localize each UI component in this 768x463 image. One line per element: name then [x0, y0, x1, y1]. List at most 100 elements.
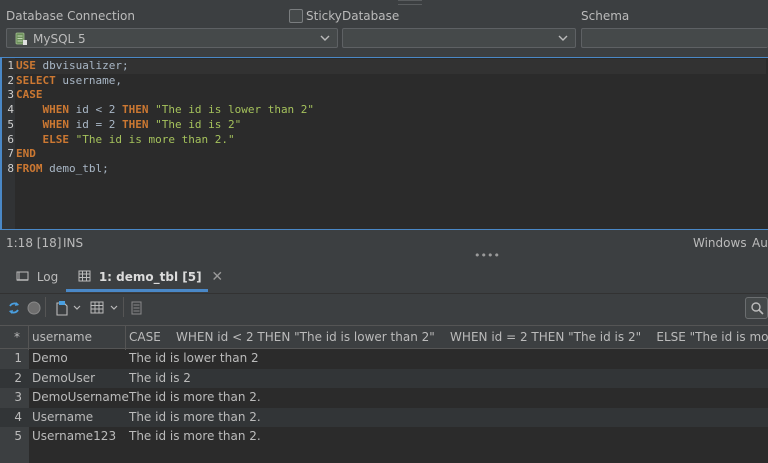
sql-token: id < 2 [69, 103, 122, 117]
table-row[interactable]: 2 DemoUser The id is 2 [0, 368, 768, 389]
database-connection-label: Database Connection [6, 9, 135, 23]
tab-result-demo-tbl[interactable]: 1: demo_tbl [5] ✕ [78, 262, 223, 292]
code-text: SELECT username, [16, 74, 122, 89]
cell-case-result[interactable]: The id is more than 2. [129, 388, 261, 408]
sql-keyword: SELECT [16, 73, 56, 87]
database-select[interactable] [342, 28, 576, 48]
line-number: 8 [7, 161, 14, 175]
code-line[interactable]: 2 SELECT username, [2, 74, 766, 89]
line-number: 2 [7, 73, 14, 87]
connection-select[interactable]: MySQL 5 [6, 28, 338, 48]
code-line[interactable]: 6 ELSE "The id is more than 2." [2, 133, 766, 148]
line-ending[interactable]: Windows [693, 236, 747, 250]
grid-view-icon[interactable] [90, 301, 104, 314]
search-icon [751, 302, 764, 315]
table-icon [78, 270, 91, 282]
refresh-icon[interactable] [7, 301, 21, 315]
sql-keyword: THEN [121, 117, 149, 131]
database-label: Database [342, 9, 400, 23]
table-row[interactable]: 5 Username123 The id is more than 2. [0, 427, 768, 447]
table-row[interactable]: 3 DemoUsername The id is more than 2. [0, 388, 768, 408]
chevron-down-icon [558, 35, 568, 41]
sql-token: username, [55, 73, 122, 87]
table-row[interactable]: 4 Username The id is more than 2. [0, 407, 768, 428]
code-text: END [16, 147, 36, 162]
cell-username[interactable]: DemoUsername [32, 388, 129, 408]
result-grid: * username CASE WHEN id < 2 THEN "The id… [0, 325, 768, 463]
code-line[interactable]: 3 CASE [2, 88, 766, 103]
code-text: WHEN id < 2 THEN "The id is lower than 2… [16, 103, 315, 118]
sql-keyword: ELSE [42, 132, 70, 146]
sql-keyword: WHEN [42, 117, 70, 131]
sql-token: id = 2 [69, 117, 122, 131]
result-tab-bar: Log 1: demo_tbl [5] ✕ [0, 262, 768, 294]
chevron-down-icon[interactable] [73, 305, 81, 311]
code-line[interactable]: 4 WHEN id < 2 THEN "The id is lower than… [2, 103, 766, 118]
encoding-status[interactable]: Au [752, 236, 768, 250]
calculator-icon[interactable] [131, 301, 142, 315]
chevron-down-icon [320, 35, 330, 41]
sql-token: demo_tbl; [42, 161, 109, 175]
sql-keyword: WHEN [42, 103, 70, 117]
table-row[interactable]: 1 Demo The id is lower than 2 [0, 349, 768, 369]
cell-username[interactable]: Demo [32, 349, 68, 369]
header-case-expression[interactable]: CASE WHEN id < 2 THEN "The id is lower t… [129, 326, 768, 350]
schema-label: Schema [581, 9, 630, 23]
toolbar-separator [45, 297, 46, 317]
cell-case-result[interactable]: The id is lower than 2 [129, 349, 259, 369]
connection-value: MySQL 5 [33, 32, 86, 46]
cell-case-result[interactable]: The id is 2 [129, 369, 191, 389]
row-number: 4 [14, 409, 22, 424]
close-icon[interactable]: ✕ [211, 269, 223, 285]
code-line[interactable]: 8 FROM demo_tbl; [2, 162, 766, 177]
line-number: 1 [7, 59, 14, 72]
sql-string: "The id is 2" [155, 117, 242, 131]
cell-case-result[interactable]: The id is more than 2. [129, 408, 261, 428]
tab-log[interactable]: Log [16, 262, 58, 292]
sticky-checkbox[interactable] [289, 9, 303, 23]
code-text: USE dbvisualizer; [16, 59, 129, 74]
header-corner[interactable]: * [14, 326, 20, 350]
code-text: CASE [16, 88, 43, 103]
search-button[interactable] [745, 297, 768, 319]
sql-keyword: USE [16, 59, 36, 72]
splitter-grip[interactable]: •••• [474, 249, 500, 262]
row-number: 1 [14, 351, 22, 365]
result-toolbar [0, 294, 768, 324]
code-line[interactable]: 1 USE dbvisualizer; [2, 59, 766, 74]
export-icon[interactable] [55, 301, 69, 316]
header-username[interactable]: username [32, 326, 124, 350]
toolbar-separator [123, 297, 124, 317]
chevron-down-icon[interactable] [110, 305, 118, 311]
sql-keyword: END [16, 147, 36, 161]
panel-resize-handle[interactable] [398, 0, 422, 5]
line-number: 7 [7, 147, 14, 161]
active-tab-indicator [66, 289, 208, 292]
cell-username[interactable]: Username [32, 408, 93, 428]
code-line[interactable]: 7 END [2, 147, 766, 162]
database-connection-icon [15, 32, 28, 49]
code-text: ELSE "The id is more than 2." [16, 133, 235, 148]
cell-case-result[interactable]: The id is more than 2. [129, 427, 261, 447]
sticky-label: Sticky [306, 9, 342, 23]
row-number: 3 [14, 390, 22, 404]
cell-username[interactable]: DemoUser [32, 369, 95, 389]
sql-keyword: THEN [121, 103, 149, 117]
stop-icon[interactable] [27, 301, 41, 315]
log-icon [16, 271, 29, 281]
cell-username[interactable]: Username123 [32, 427, 116, 447]
schema-select[interactable] [581, 28, 768, 48]
sql-editor[interactable]: 1 USE dbvisualizer; 2 SELECT username, 3 CASE… [0, 57, 768, 230]
code-line[interactable]: 5 WHEN id = 2 THEN "The id is 2" [2, 118, 766, 133]
line-number: 6 [7, 132, 14, 146]
sql-token: dbvisualizer; [35, 59, 129, 72]
sql-keyword: CASE [16, 88, 43, 102]
row-number: 2 [14, 370, 22, 385]
tab-result-label: 1: demo_tbl [5] [98, 270, 202, 284]
column-separator [125, 326, 126, 350]
code-text: WHEN id = 2 THEN "The id is 2" [16, 117, 242, 133]
